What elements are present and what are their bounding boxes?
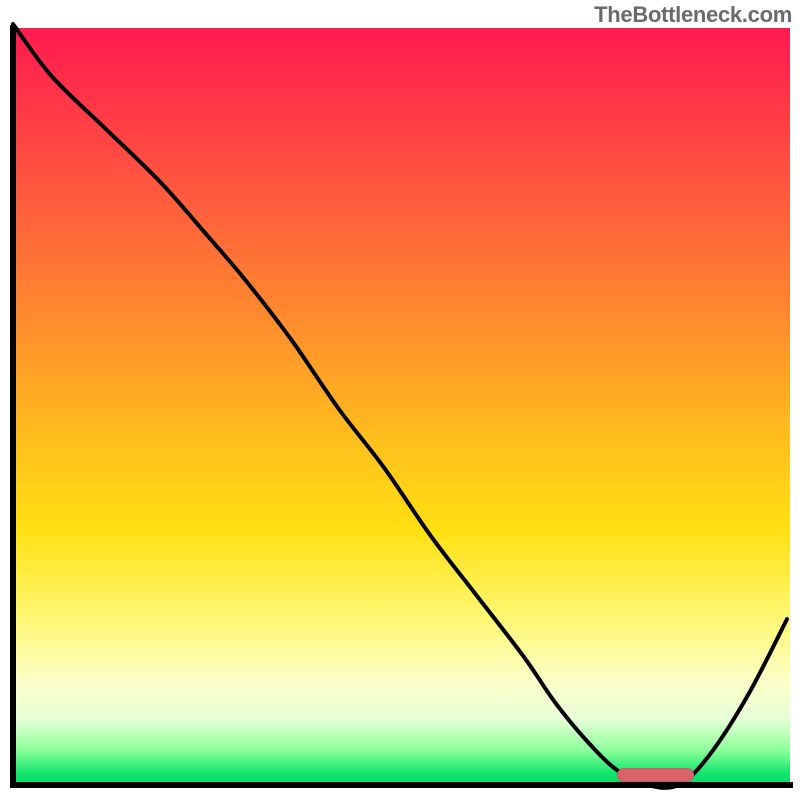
chart-container: TheBottleneck.com bbox=[0, 0, 800, 800]
axes bbox=[10, 28, 790, 788]
axes-lines bbox=[13, 28, 790, 785]
attribution-text: TheBottleneck.com bbox=[594, 2, 792, 28]
plot-area bbox=[10, 28, 790, 788]
